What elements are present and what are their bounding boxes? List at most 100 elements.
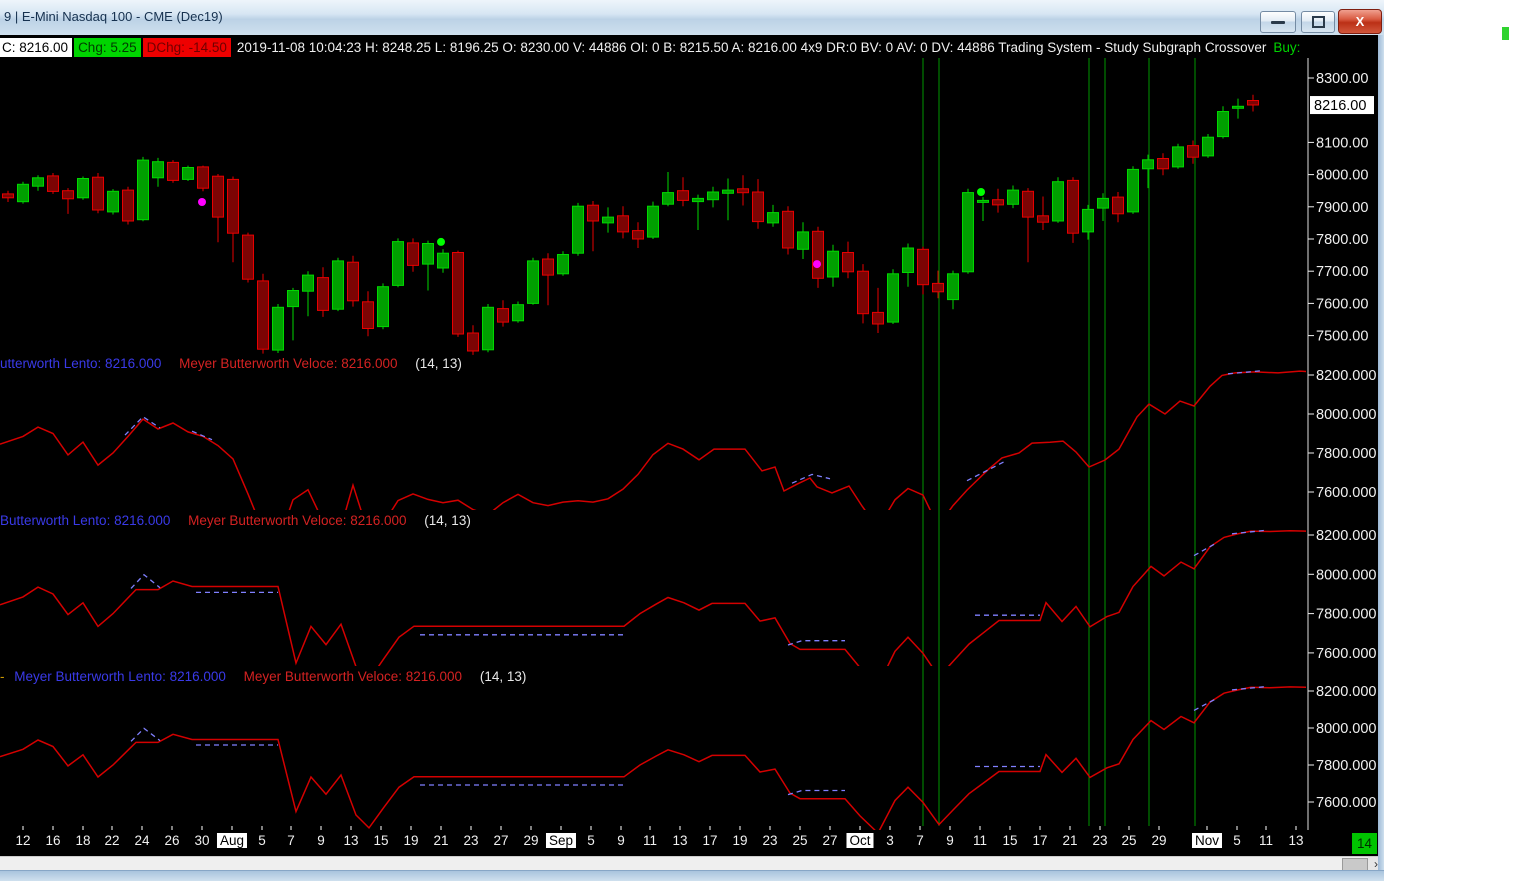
panel-price-tick-label: 7600.000 bbox=[1316, 646, 1376, 662]
time-tick: 29 bbox=[1151, 833, 1167, 848]
candle bbox=[842, 252, 854, 273]
candle bbox=[1022, 190, 1034, 218]
close-icon: X bbox=[1355, 14, 1365, 29]
panel3-lento-label: Meyer Butterworth Lento: 8216.000 bbox=[14, 669, 226, 684]
time-tick: 7 bbox=[916, 833, 924, 848]
minimize-button[interactable] bbox=[1260, 11, 1296, 33]
candle bbox=[722, 189, 734, 194]
panel-price-tick-label: 7800.000 bbox=[1316, 607, 1376, 623]
candle bbox=[347, 261, 359, 302]
horizontal-scrollbar[interactable]: › bbox=[0, 856, 1384, 872]
signal-dot bbox=[198, 198, 206, 206]
last-price-field: C: 8216.00 bbox=[0, 37, 73, 57]
time-tick: 30 bbox=[194, 833, 210, 848]
price-tick-label: 7500.00 bbox=[1316, 329, 1368, 345]
window-title: 9 | E-Mini Nasdaq 100 - CME (Dec19) bbox=[4, 9, 223, 24]
candle bbox=[107, 190, 119, 213]
time-tick: 15 bbox=[373, 833, 389, 848]
time-tick: 12 bbox=[15, 833, 31, 848]
candle bbox=[947, 273, 959, 301]
time-tick: 19 bbox=[732, 833, 748, 848]
candle bbox=[1097, 197, 1109, 209]
candle bbox=[632, 230, 644, 240]
restore-icon bbox=[1311, 16, 1325, 28]
time-tick: 19 bbox=[403, 833, 419, 848]
close-button[interactable]: X bbox=[1338, 9, 1382, 34]
time-tick-month: Oct bbox=[846, 833, 874, 848]
candle bbox=[1157, 158, 1169, 170]
title-bar[interactable]: 9 | E-Mini Nasdaq 100 - CME (Dec19) X bbox=[0, 0, 1384, 36]
panel-price-tick-label: 7600.000 bbox=[1316, 485, 1376, 501]
panel3-marker-icon: - bbox=[0, 669, 5, 684]
green-indicator-mark bbox=[1502, 27, 1509, 40]
time-tick-month: Nov bbox=[1191, 833, 1223, 848]
lento-line bbox=[966, 460, 1007, 482]
candle bbox=[587, 204, 599, 222]
candle bbox=[77, 178, 89, 199]
time-tick: 21 bbox=[433, 833, 449, 848]
candle bbox=[827, 250, 839, 278]
candle bbox=[332, 260, 344, 310]
candle bbox=[782, 210, 794, 249]
time-axis[interactable]: 14 12 16 18 22 24 26 30 Aug 5 7 9 13 15 19 21 23 27 29 Sep… bbox=[0, 830, 1378, 856]
time-tick: 17 bbox=[1032, 833, 1048, 848]
candle bbox=[647, 205, 659, 238]
candle bbox=[797, 231, 809, 250]
candle bbox=[812, 230, 824, 279]
restore-button[interactable] bbox=[1301, 11, 1335, 33]
price-chart-canvas[interactable]: 8200.000 8000.000 7800.000 7600.000 8200.000… bbox=[0, 58, 1378, 830]
time-tick: 15 bbox=[1002, 833, 1018, 848]
time-tick: 11 bbox=[1258, 833, 1274, 848]
candle bbox=[662, 192, 674, 205]
time-tick: 18 bbox=[75, 833, 91, 848]
indicator-panel-2 bbox=[0, 529, 1306, 666]
candle bbox=[1082, 208, 1094, 233]
time-tick: 5 bbox=[587, 833, 595, 848]
lento-line bbox=[787, 640, 845, 646]
signal-dot bbox=[977, 188, 985, 196]
time-tick: 21 bbox=[1062, 833, 1078, 848]
candle bbox=[197, 166, 209, 189]
change-field: Chg: 5.25 bbox=[74, 37, 141, 57]
candle bbox=[2, 193, 14, 199]
time-tick: 17 bbox=[702, 833, 718, 848]
panel-price-tick-label: 8200.000 bbox=[1316, 684, 1376, 700]
time-tick: 29 bbox=[523, 833, 539, 848]
time-tick: 25 bbox=[792, 833, 808, 848]
time-tick: 23 bbox=[463, 833, 479, 848]
chart-window: 9 | E-Mini Nasdaq 100 - CME (Dec19) X C:… bbox=[0, 0, 1384, 881]
time-tick: 27 bbox=[822, 833, 838, 848]
panel-price-tick-label: 8000.000 bbox=[1316, 721, 1376, 737]
candle bbox=[62, 190, 74, 200]
panel-price-tick-label: 8000.000 bbox=[1316, 567, 1376, 583]
candle bbox=[932, 282, 944, 293]
candle bbox=[47, 175, 59, 192]
panel2-veloce-label: Meyer Butterworth Veloce: 8216.000 bbox=[188, 513, 407, 528]
candle bbox=[752, 191, 764, 223]
candle bbox=[1247, 100, 1259, 106]
panel1-params-label: (14, 13) bbox=[415, 356, 462, 371]
time-tick: 5 bbox=[1233, 833, 1241, 848]
panel3-label: - Meyer Butterworth Lento: 8216.000 Meye… bbox=[0, 669, 526, 684]
candle bbox=[1127, 168, 1139, 213]
candle bbox=[1007, 189, 1019, 205]
candle bbox=[1067, 179, 1079, 234]
time-tick: 23 bbox=[762, 833, 778, 848]
time-tick: 13 bbox=[1288, 833, 1304, 848]
time-tick-month: Sep bbox=[545, 833, 577, 848]
time-tick: 24 bbox=[134, 833, 150, 848]
price-tick-label: 8300.00 bbox=[1316, 71, 1368, 87]
price-tick-label: 7600.00 bbox=[1316, 296, 1368, 312]
time-tick: 3 bbox=[886, 833, 894, 848]
candles-layer bbox=[2, 94, 1259, 355]
panel-price-tick-label: 7800.000 bbox=[1316, 758, 1376, 774]
time-tick: 23 bbox=[1092, 833, 1108, 848]
panel-price-tick-label: 8200.000 bbox=[1316, 368, 1376, 384]
chart-number-badge[interactable]: 14 bbox=[1352, 833, 1377, 854]
time-tick: 25 bbox=[1121, 833, 1137, 848]
desktop-background bbox=[1384, 0, 1513, 880]
buy-signal-label: Buy: bbox=[1273, 39, 1301, 55]
candle bbox=[1187, 145, 1199, 158]
candle bbox=[122, 189, 134, 222]
lento-line bbox=[191, 430, 213, 441]
